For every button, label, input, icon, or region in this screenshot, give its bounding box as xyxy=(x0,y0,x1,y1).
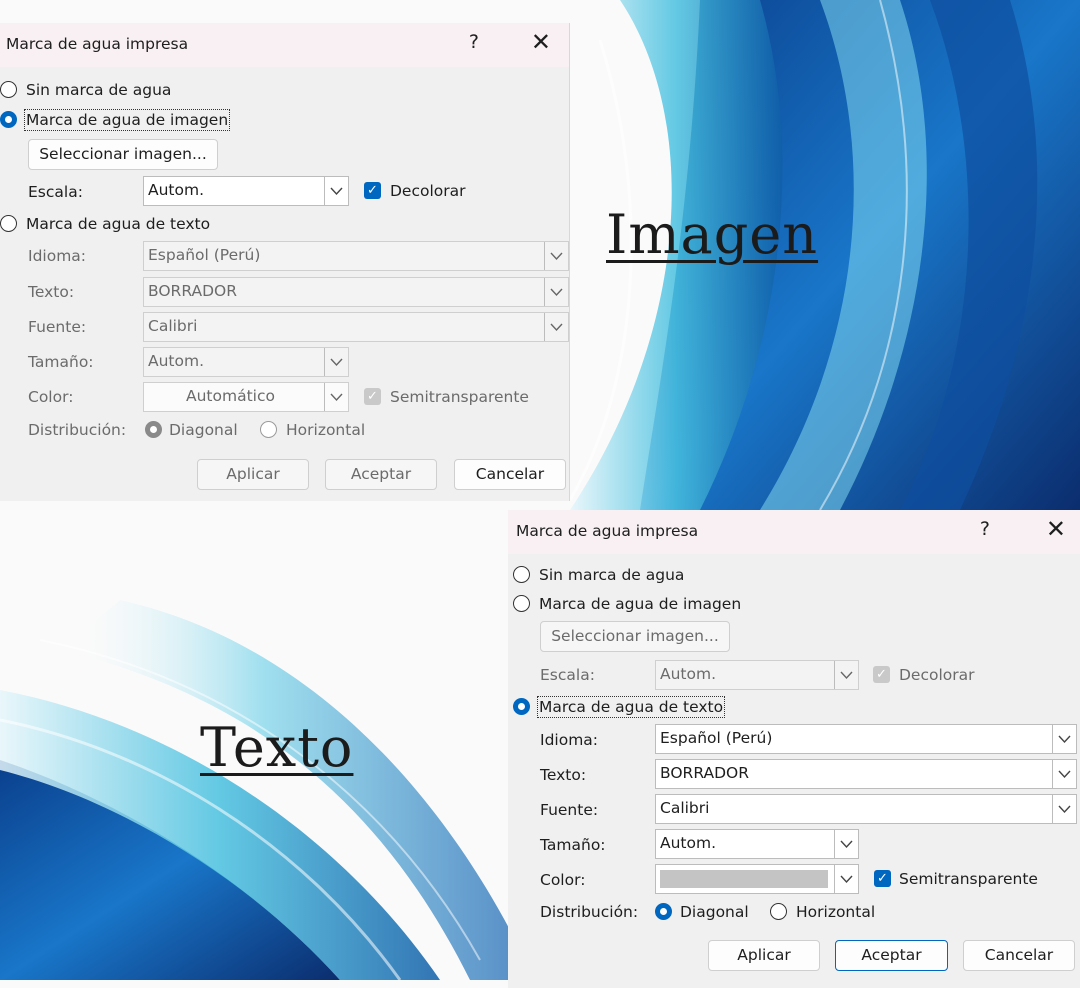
label-text-watermark: Marca de agua de texto xyxy=(536,696,726,718)
font-combo[interactable]: Calibri xyxy=(143,312,569,342)
radio-horizontal[interactable] xyxy=(770,903,787,920)
font-combo[interactable]: Calibri xyxy=(655,794,1077,824)
label-layout: Distribución: xyxy=(540,903,639,921)
radio-no-watermark[interactable] xyxy=(0,81,17,98)
label-diagonal: Diagonal xyxy=(169,421,238,439)
radio-text-watermark[interactable] xyxy=(513,698,530,715)
chevron-down-icon[interactable] xyxy=(544,278,568,306)
select-image-button[interactable]: Seleccionar imagen... xyxy=(28,139,218,170)
caption-image: Imagen xyxy=(606,203,819,266)
semitransparent-checkbox[interactable]: ✓ xyxy=(874,870,891,887)
label-scale: Escala: xyxy=(540,666,595,684)
radio-no-watermark[interactable] xyxy=(513,566,530,583)
label-semitransparent: Semitransparente xyxy=(899,870,1038,888)
chevron-down-icon[interactable] xyxy=(834,661,858,689)
scale-combo[interactable]: Autom. xyxy=(655,660,859,690)
label-image-watermark: Marca de agua de imagen xyxy=(23,109,231,131)
scale-value: Autom. xyxy=(660,665,717,683)
label-font: Fuente: xyxy=(28,318,87,336)
label-language: Idioma: xyxy=(540,731,599,749)
close-button[interactable]: ✕ xyxy=(531,28,551,56)
label-layout: Distribución: xyxy=(28,421,127,439)
language-combo[interactable]: Español (Perú) xyxy=(143,241,569,271)
label-diagonal: Diagonal xyxy=(680,903,749,921)
chevron-down-icon[interactable] xyxy=(544,313,568,341)
watermark-dialog-image: Marca de agua impresa ? ✕ Sin marca de a… xyxy=(0,23,570,501)
scale-value: Autom. xyxy=(148,181,205,199)
label-horizontal: Horizontal xyxy=(796,903,876,921)
color-value: Automático xyxy=(186,387,275,405)
chevron-down-icon[interactable] xyxy=(1052,795,1076,823)
label-semitransparent: Semitransparente xyxy=(390,388,529,406)
watermark-dialog-text: Marca de agua impresa ? ✕ Sin marca de a… xyxy=(508,510,1080,988)
language-combo[interactable]: Español (Perú) xyxy=(655,724,1077,754)
chevron-down-icon[interactable] xyxy=(544,242,568,270)
help-button[interactable]: ? xyxy=(469,31,479,53)
label-text: Texto: xyxy=(28,283,75,301)
chevron-down-icon[interactable] xyxy=(834,830,858,858)
color-swatch xyxy=(660,870,828,888)
washout-checkbox[interactable]: ✓ xyxy=(873,666,890,683)
radio-diagonal[interactable] xyxy=(655,903,672,920)
color-combo[interactable] xyxy=(655,864,859,894)
washout-checkbox[interactable]: ✓ xyxy=(364,182,381,199)
cancel-button[interactable]: Cancelar xyxy=(963,940,1075,971)
chevron-down-icon[interactable] xyxy=(324,348,348,376)
label-color: Color: xyxy=(28,388,74,406)
font-value: Calibri xyxy=(660,799,710,817)
caption-text: Texto xyxy=(200,716,354,779)
text-value: BORRADOR xyxy=(148,282,237,300)
help-button[interactable]: ? xyxy=(980,518,990,540)
label-text: Texto: xyxy=(540,766,587,784)
apply-button[interactable]: Aplicar xyxy=(708,940,820,971)
ok-button[interactable]: Aceptar xyxy=(835,940,948,971)
title-bar: Marca de agua impresa ? ✕ xyxy=(0,23,569,67)
radio-diagonal[interactable] xyxy=(145,421,162,438)
size-value: Autom. xyxy=(660,834,717,852)
label-text-watermark: Marca de agua de texto xyxy=(26,215,211,233)
language-value: Español (Perú) xyxy=(148,246,261,264)
title-bar: Marca de agua impresa ? ✕ xyxy=(508,510,1080,554)
label-image-watermark: Marca de agua de imagen xyxy=(539,595,742,613)
size-value: Autom. xyxy=(148,352,205,370)
label-washout: Decolorar xyxy=(899,666,975,684)
size-combo[interactable]: Autom. xyxy=(143,347,349,377)
dialog-title: Marca de agua impresa xyxy=(516,522,699,540)
radio-horizontal[interactable] xyxy=(260,421,277,438)
language-value: Español (Perú) xyxy=(660,729,773,747)
label-washout: Decolorar xyxy=(390,182,466,200)
chevron-down-icon[interactable] xyxy=(834,865,858,893)
label-color: Color: xyxy=(540,871,586,889)
text-value: BORRADOR xyxy=(660,764,749,782)
label-horizontal: Horizontal xyxy=(286,421,366,439)
radio-image-watermark[interactable] xyxy=(513,595,530,612)
ok-button[interactable]: Aceptar xyxy=(325,459,437,490)
scale-combo[interactable]: Autom. xyxy=(143,176,349,206)
text-combo[interactable]: BORRADOR xyxy=(143,277,569,307)
color-combo[interactable]: Automático xyxy=(143,382,349,412)
label-language: Idioma: xyxy=(28,247,87,265)
size-combo[interactable]: Autom. xyxy=(655,829,859,859)
select-image-button[interactable]: Seleccionar imagen... xyxy=(540,621,730,652)
radio-text-watermark[interactable] xyxy=(0,215,17,232)
font-value: Calibri xyxy=(148,317,198,335)
label-no-watermark: Sin marca de agua xyxy=(26,81,172,99)
text-combo[interactable]: BORRADOR xyxy=(655,759,1077,789)
apply-button[interactable]: Aplicar xyxy=(197,459,309,490)
label-scale: Escala: xyxy=(28,183,83,201)
close-button[interactable]: ✕ xyxy=(1046,515,1066,543)
dialog-title: Marca de agua impresa xyxy=(6,35,189,53)
chevron-down-icon[interactable] xyxy=(324,177,348,205)
label-font: Fuente: xyxy=(540,801,599,819)
label-size: Tamaño: xyxy=(28,353,94,371)
chevron-down-icon[interactable] xyxy=(1052,760,1076,788)
semitransparent-checkbox[interactable]: ✓ xyxy=(364,388,381,405)
label-size: Tamaño: xyxy=(540,836,606,854)
label-no-watermark: Sin marca de agua xyxy=(539,566,685,584)
cancel-button[interactable]: Cancelar xyxy=(454,459,566,490)
chevron-down-icon[interactable] xyxy=(1052,725,1076,753)
chevron-down-icon[interactable] xyxy=(324,383,348,411)
radio-image-watermark[interactable] xyxy=(0,111,17,128)
